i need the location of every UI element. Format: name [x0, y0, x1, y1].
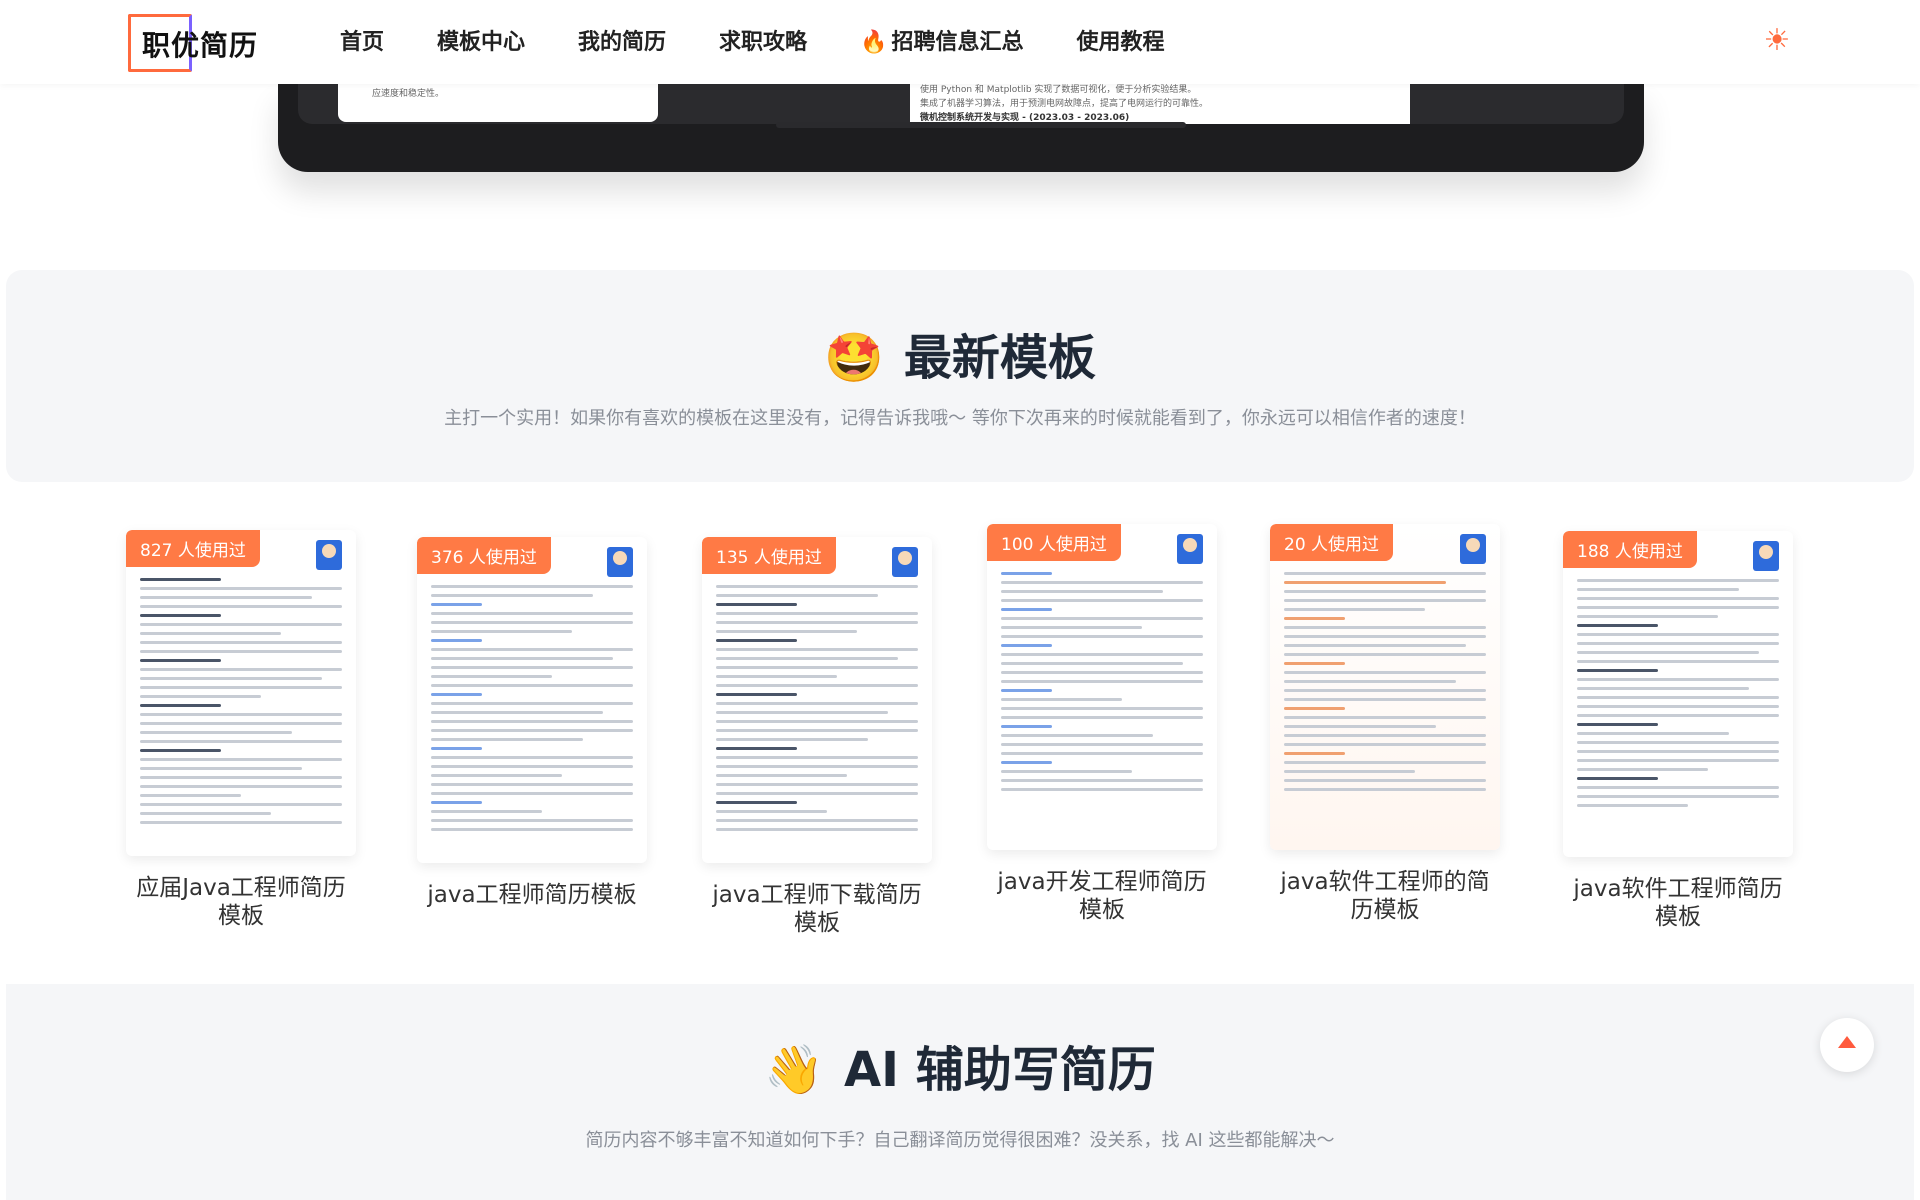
resume-preview — [1577, 579, 1779, 843]
resume-preview — [1284, 572, 1486, 836]
nav-tutorial[interactable]: 使用教程 — [1076, 26, 1164, 60]
laptop-screen: 应速度和稳定性。 使用 Python 和 Matplotlib 实现了数据可视化… — [298, 84, 1624, 128]
latest-title-text: 最新模板 — [903, 330, 1096, 386]
waving-hand-icon: 👋 — [764, 1042, 825, 1098]
template-thumbnail[interactable]: 827 人使用过 — [126, 530, 356, 856]
template-title[interactable]: java软件工程师简历模板 — [1563, 875, 1793, 931]
usage-badge: 827 人使用过 — [126, 530, 260, 567]
latest-subtitle: 主打一个实用！如果你有喜欢的模板在这里没有，记得告诉我哦～ 等你下次再来的时候就… — [444, 408, 1476, 429]
template-card[interactable]: 827 人使用过 应届Java工程师简历模板 — [126, 530, 356, 930]
nav-home[interactable]: 首页 — [340, 26, 384, 60]
latest-title: 🤩 最新模板 — [6, 318, 1914, 388]
template-card[interactable]: 100 人使用过 java开发工程师简历模板 — [987, 524, 1217, 924]
template-title[interactable]: java工程师下载简历模板 — [702, 881, 932, 937]
usage-badge: 376 人使用过 — [417, 537, 551, 574]
avatar — [1753, 541, 1779, 571]
laptop-notch — [776, 122, 1186, 128]
ai-assist-section: 👋 AI 辅助写简历 简历内容不够丰富不知道如何下手？自己翻译简历觉得很困难？没关… — [6, 984, 1914, 1200]
avatar — [316, 540, 342, 570]
laptop-preview: 应速度和稳定性。 使用 Python 和 Matplotlib 实现了数据可视化… — [278, 84, 1644, 174]
template-title[interactable]: 应届Java工程师简历模板 — [126, 874, 356, 930]
ai-title-text: AI 辅助写简历 — [844, 1042, 1156, 1098]
top-header: 职优简历 首页 模板中心 我的简历 求职攻略 🔥 招聘信息汇总 使用教程 ☀ — [0, 0, 1920, 84]
back-to-top-button[interactable] — [1820, 1018, 1874, 1072]
preview-line: 应速度和稳定性。 — [372, 89, 445, 99]
usage-badge: 20 人使用过 — [1270, 524, 1394, 561]
usage-badge: 188 人使用过 — [1563, 531, 1697, 568]
nav-job-guide[interactable]: 求职攻略 — [719, 26, 807, 60]
resume-preview — [1001, 572, 1203, 836]
resume-preview — [140, 578, 342, 842]
star-struck-icon: 🤩 — [824, 330, 884, 386]
avatar — [1460, 534, 1486, 564]
template-thumbnail[interactable]: 135 人使用过 — [702, 537, 932, 863]
template-thumbnail[interactable]: 20 人使用过 — [1270, 524, 1500, 850]
nav-my-resume[interactable]: 我的简历 — [578, 26, 666, 60]
nav-template-center[interactable]: 模板中心 — [437, 26, 525, 60]
latest-templates-header: 🤩 最新模板 主打一个实用！如果你有喜欢的模板在这里没有，记得告诉我哦～ 等你下次… — [6, 270, 1914, 482]
template-thumbnail[interactable]: 376 人使用过 — [417, 537, 647, 863]
avatar — [607, 547, 633, 577]
template-card[interactable]: 376 人使用过 java工程师简历模板 — [417, 537, 647, 909]
usage-badge: 135 人使用过 — [702, 537, 836, 574]
template-card[interactable]: 188 人使用过 java软件工程师简历模板 — [1563, 531, 1793, 931]
main-nav: 首页 模板中心 我的简历 求职攻略 🔥 招聘信息汇总 使用教程 — [340, 26, 1218, 60]
avatar — [1177, 534, 1203, 564]
template-card[interactable]: 20 人使用过 java软件工程师的简历模板 — [1270, 524, 1500, 924]
ai-subtitle: 简历内容不够丰富不知道如何下手？自己翻译简历觉得很困难？没关系，找 AI 这些都… — [585, 1130, 1335, 1151]
template-title[interactable]: java开发工程师简历模板 — [987, 868, 1217, 924]
resume-preview — [431, 585, 633, 849]
logo-text: 职优简历 — [142, 29, 259, 62]
template-thumbnail[interactable]: 100 人使用过 — [987, 524, 1217, 850]
resume-preview — [716, 585, 918, 849]
site-logo[interactable]: 职优简历 — [128, 14, 260, 72]
template-card[interactable]: 135 人使用过 java工程师下载简历模板 — [702, 537, 932, 937]
preview-line: 集成了机器学习算法，用于预测电网故障点，提高了电网运行的可靠性。 — [920, 99, 1209, 109]
usage-badge: 100 人使用过 — [987, 524, 1121, 561]
nav-job-info-label: 招聘信息汇总 — [891, 30, 1024, 55]
preview-page-right: 使用 Python 和 Matplotlib 实现了数据可视化，便于分析实验结果… — [910, 84, 1410, 124]
fire-icon: 🔥 — [860, 30, 888, 55]
avatar — [892, 547, 918, 577]
template-title[interactable]: java工程师简历模板 — [417, 881, 647, 909]
preview-page-left: 应速度和稳定性。 — [338, 84, 658, 122]
ai-title: 👋 AI 辅助写简历 — [6, 1030, 1914, 1100]
template-thumbnail[interactable]: 188 人使用过 — [1563, 531, 1793, 857]
template-title[interactable]: java软件工程师的简历模板 — [1270, 868, 1500, 924]
nav-job-info[interactable]: 🔥 招聘信息汇总 — [860, 26, 1023, 60]
sun-icon[interactable]: ☀ — [1760, 24, 1794, 58]
